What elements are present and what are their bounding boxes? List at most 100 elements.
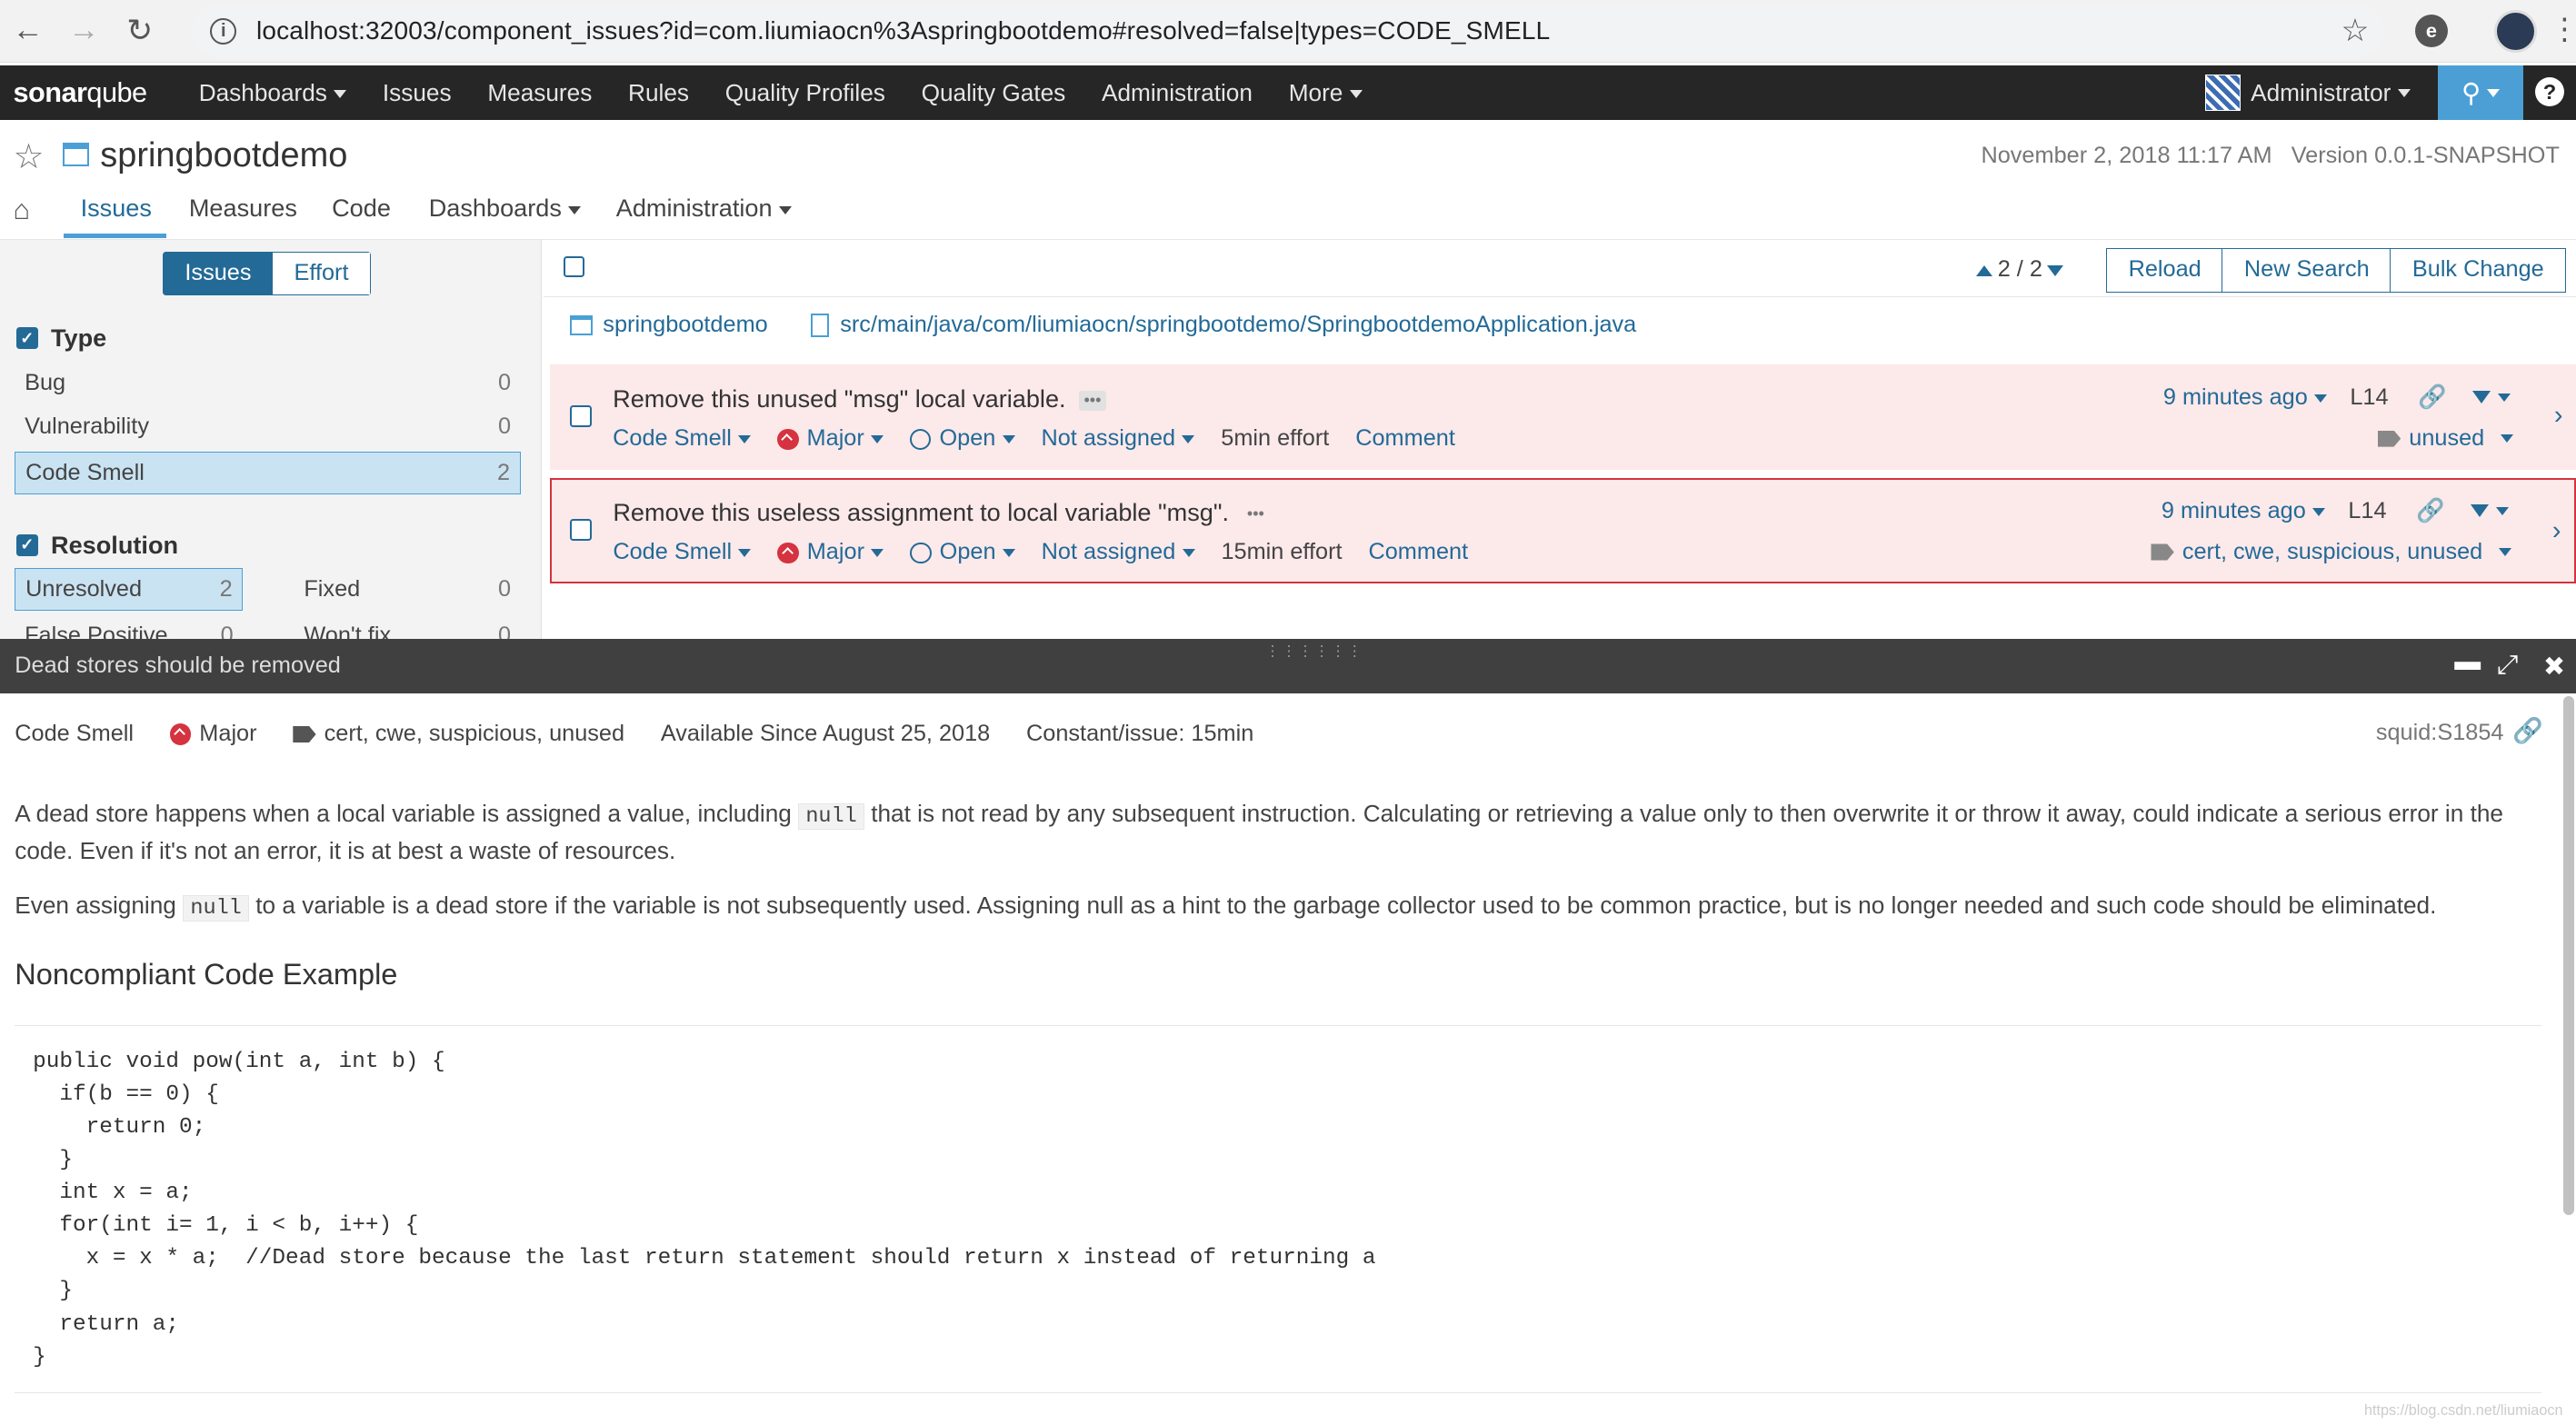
issue-meta: Code Smell Major Open Not assigned 5min …: [613, 425, 1482, 452]
facet-type-vulnerability[interactable]: Vulnerability 0: [15, 405, 521, 448]
close-icon[interactable]: ✖: [2543, 651, 2565, 683]
facet-resolution-wont-fix[interactable]: Won't fix 0: [295, 614, 521, 641]
code-block: public void pow(int a, int b) { if(b == …: [33, 1049, 1376, 1370]
issue-type-dropdown[interactable]: Code Smell: [613, 539, 752, 565]
help-icon[interactable]: ?: [2534, 76, 2565, 107]
issue-checkbox[interactable]: [570, 405, 592, 427]
issue-comment-link[interactable]: Comment: [1368, 539, 1468, 565]
permalink-icon[interactable]: 🔗: [2416, 498, 2445, 524]
rule-constant: Constant/issue: 15min: [1025, 721, 1254, 747]
tab-code[interactable]: Code: [332, 194, 391, 223]
checkbox-checked-icon[interactable]: ✓: [16, 534, 38, 556]
issue-assignee-dropdown[interactable]: Not assigned: [1042, 539, 1195, 565]
facet-type-bug[interactable]: Bug 0: [15, 362, 521, 404]
new-search-button[interactable]: New Search: [2222, 247, 2392, 293]
issue-effort: 5min effort: [1221, 425, 1330, 452]
issue-pager[interactable]: 2 / 2: [1976, 256, 2064, 283]
issue-tags[interactable]: cert, cwe, suspicious, unused: [2151, 539, 2512, 565]
tab-administration[interactable]: Administration: [616, 194, 792, 223]
rule-description-p1: A dead store happens when a local variab…: [15, 799, 2503, 864]
bulk-change-button[interactable]: Bulk Change: [2390, 247, 2567, 293]
extension-icon[interactable]: e: [2414, 15, 2449, 48]
checkbox-checked-icon[interactable]: ✓: [16, 327, 38, 349]
issue-severity-dropdown[interactable]: Major: [777, 539, 884, 565]
url-text[interactable]: localhost:32003/component_issues?id=com.…: [256, 16, 1550, 45]
nav-administration[interactable]: Administration: [1083, 79, 1271, 107]
permalink-icon[interactable]: 🔗: [2418, 384, 2447, 411]
search-icon[interactable]: ⚲: [2438, 65, 2524, 120]
user-menu[interactable]: Administrator: [2204, 65, 2411, 120]
sonarqube-logo[interactable]: sonarqube: [0, 76, 181, 109]
facet-type-code-smell[interactable]: Code Smell 2: [15, 452, 521, 494]
issue-message[interactable]: Remove this unused "msg" local variable.…: [613, 384, 1106, 414]
global-navbar: sonarqube Dashboards Issues Measures Rul…: [0, 65, 2576, 120]
back-icon[interactable]: ←: [0, 3, 55, 58]
issue-checkbox[interactable]: [570, 519, 592, 541]
noncompliant-heading: Noncompliant Code Example: [15, 957, 398, 991]
nav-more[interactable]: More: [1271, 79, 1381, 107]
project-title[interactable]: springbootdemo: [100, 136, 347, 175]
chevron-right-icon[interactable]: ›: [2552, 516, 2561, 546]
issue-type-dropdown[interactable]: Code Smell: [613, 425, 752, 452]
filter-icon[interactable]: [2472, 391, 2491, 404]
facet-resolution-header[interactable]: ✓ Resolution: [16, 531, 178, 560]
info-icon[interactable]: i: [210, 17, 237, 45]
prev-issue-icon[interactable]: [1976, 265, 1993, 276]
forward-icon[interactable]: →: [55, 3, 111, 58]
toggle-issues[interactable]: Issues: [163, 252, 274, 295]
facet-resolution-false-positive[interactable]: False Positive 0: [15, 614, 243, 641]
facet-resolution-unresolved[interactable]: Unresolved 2: [15, 568, 244, 612]
issue-age-dropdown[interactable]: 9 minutes ago: [2163, 384, 2328, 411]
project-link[interactable]: springbootdemo: [603, 312, 767, 338]
more-dots-icon[interactable]: •••: [1079, 390, 1106, 411]
tag-icon: [293, 725, 316, 742]
tab-issues[interactable]: Issues: [81, 194, 152, 223]
reload-button[interactable]: Reload: [2106, 247, 2224, 293]
nav-issues[interactable]: Issues: [364, 79, 469, 107]
toggle-effort[interactable]: Effort: [273, 252, 370, 295]
reload-icon[interactable]: ↻: [112, 3, 167, 58]
nav-quality-gates[interactable]: Quality Gates: [904, 79, 1083, 107]
issue-status-dropdown[interactable]: Open: [910, 539, 1015, 565]
resize-grip-icon[interactable]: ⋮⋮⋮⋮⋮⋮: [1265, 643, 1363, 661]
favorite-star-icon[interactable]: ☆: [13, 136, 44, 177]
chevron-right-icon[interactable]: ›: [2554, 401, 2563, 431]
select-all-checkbox[interactable]: [563, 255, 585, 278]
bookmark-star-icon[interactable]: ☆: [2341, 13, 2369, 49]
issue-age-dropdown[interactable]: 9 minutes ago: [2162, 498, 2326, 524]
file-link[interactable]: src/main/java/com/liumiaocn/springbootde…: [840, 312, 1636, 338]
issue-row-selected[interactable]: Remove this useless assignment to local …: [550, 477, 2576, 583]
rule-key: squid:S1854: [2375, 719, 2504, 745]
workspace-panel-header[interactable]: ⋮⋮⋮⋮⋮⋮ Dead stores should be removed ▬ ⤢…: [0, 639, 2576, 693]
issue-assignee-dropdown[interactable]: Not assigned: [1041, 425, 1195, 452]
project-icon: [62, 143, 89, 166]
facet-resolution-fixed[interactable]: Fixed 0: [295, 568, 521, 611]
panel-scrollbar[interactable]: [2562, 696, 2575, 1216]
address-bar[interactable]: i localhost:32003/component_issues?id=co…: [190, 5, 2386, 58]
issue-severity-dropdown[interactable]: Major: [777, 425, 884, 452]
nav-dashboards[interactable]: Dashboards: [181, 79, 364, 107]
issue-status-dropdown[interactable]: Open: [909, 425, 1015, 452]
facet-type-header[interactable]: ✓ Type: [16, 324, 106, 353]
filter-icon[interactable]: [2471, 504, 2490, 517]
project-icon: [570, 315, 594, 335]
next-issue-icon[interactable]: [2047, 264, 2064, 276]
tab-dashboards[interactable]: Dashboards: [429, 194, 582, 223]
issue-row[interactable]: Remove this unused "msg" local variable.…: [550, 364, 2576, 470]
nav-rules[interactable]: Rules: [610, 79, 707, 107]
tab-measures[interactable]: Measures: [189, 194, 297, 223]
nav-quality-profiles[interactable]: Quality Profiles: [707, 79, 904, 107]
browser-profile-avatar[interactable]: [2493, 9, 2537, 53]
rule-since: Available Since August 25, 2018: [660, 721, 991, 747]
expand-icon[interactable]: ⤢: [2497, 651, 2518, 681]
issue-tags[interactable]: unused: [2377, 425, 2514, 452]
active-tab-underline: [64, 233, 166, 239]
minimize-icon[interactable]: ▬: [2454, 647, 2481, 677]
more-dots-icon[interactable]: •••: [1242, 504, 1269, 524]
browser-menu-icon[interactable]: ⋮: [2550, 12, 2576, 46]
home-icon[interactable]: ⌂: [13, 194, 30, 226]
issue-comment-link[interactable]: Comment: [1355, 425, 1455, 452]
issue-message[interactable]: Remove this useless assignment to local …: [613, 498, 1269, 527]
nav-measures[interactable]: Measures: [469, 79, 610, 107]
rule-link-icon[interactable]: 🔗: [2512, 716, 2543, 745]
